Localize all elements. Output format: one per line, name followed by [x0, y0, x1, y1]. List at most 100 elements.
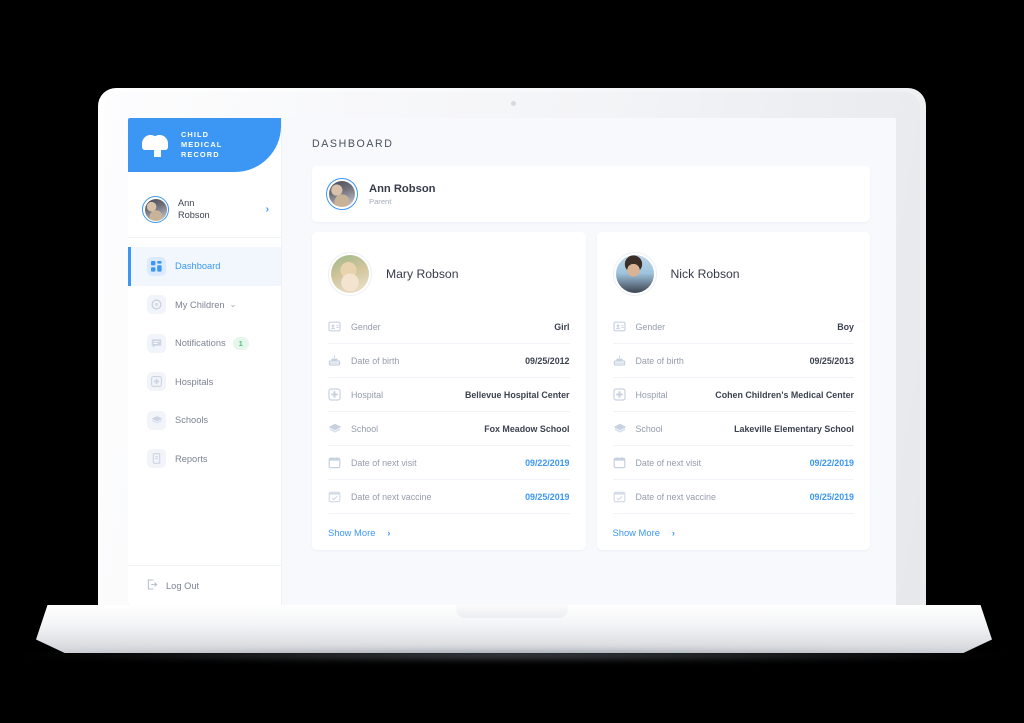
sidebar-item-reports[interactable]: Reports: [128, 440, 281, 479]
detail-row-date-of-birth: Date of birth 09/25/2013: [612, 344, 854, 378]
child-detail-rows: Gender Boy Date of birth 09/25/2013 Hosp…: [612, 310, 854, 514]
profile-last-name: Robson: [178, 209, 210, 220]
sidebar-item-schools[interactable]: Schools: [128, 401, 281, 440]
sidebar-nav: Dashboard My Children ⌄ Notifications 1 …: [128, 238, 281, 478]
detail-value: Cohen Children's Medical Center: [715, 389, 854, 400]
avatar: [326, 178, 358, 210]
show-more-button[interactable]: Show More ›: [613, 527, 855, 538]
detail-row-gender: Gender Girl: [328, 310, 570, 344]
detail-row-next-vaccine: Date of next vaccine 09/25/2019: [612, 480, 854, 514]
detail-value: 09/25/2013: [809, 355, 854, 366]
show-more-button[interactable]: Show More ›: [328, 527, 570, 538]
id-card-icon: [612, 320, 626, 333]
logout-icon: [147, 577, 158, 595]
avatar: [612, 252, 657, 296]
birthday-cake-icon: [613, 354, 626, 367]
detail-label: Hospital: [351, 389, 384, 400]
sidebar-item-label: My Children: [175, 299, 225, 310]
sidebar-item-label: Notifications: [175, 338, 226, 349]
hospital-cross-icon: [612, 388, 626, 401]
detail-label: Date of next vaccine: [635, 491, 716, 502]
owner-card[interactable]: Ann Robson Parent: [312, 166, 870, 222]
graduation-cap-icon: [147, 410, 166, 430]
detail-value: Lakeville Elementary School: [734, 423, 854, 434]
detail-value: 09/25/2019: [809, 491, 854, 502]
sidebar-item-label: Dashboard: [175, 261, 221, 272]
sidebar-item-my-children[interactable]: My Children ⌄: [128, 286, 281, 325]
child-card[interactable]: Mary Robson Gender Girl Date of birth 09…: [312, 232, 586, 550]
detail-label: School: [351, 423, 379, 434]
sidebar-item-label: Hospitals: [175, 376, 214, 387]
detail-label: Date of next visit: [635, 457, 702, 468]
children-cards: Mary Robson Gender Girl Date of birth 09…: [312, 232, 870, 550]
sidebar-item-label: Reports: [175, 453, 208, 464]
profile-first-name: Ann: [178, 198, 195, 208]
detail-row-hospital: Hospital Cohen Children's Medical Center: [612, 378, 854, 412]
sidebar-item-hospitals[interactable]: Hospitals: [128, 363, 281, 402]
chevron-right-icon[interactable]: ›: [266, 204, 269, 215]
graduation-cap-icon: [613, 422, 626, 435]
grid-icon: [147, 256, 166, 276]
id-card-icon: [328, 320, 341, 333]
detail-label: Gender: [351, 321, 381, 332]
detail-label: Date of birth: [351, 355, 400, 366]
detail-row-date-of-birth: Date of birth 09/25/2012: [328, 344, 570, 378]
detail-label: Hospital: [635, 389, 668, 400]
main-content: DASHBOARD Ann Robson Parent Mary Robson …: [282, 118, 896, 606]
logout-button[interactable]: Log Out: [128, 565, 281, 606]
detail-row-next-visit: Date of next visit 09/22/2019: [612, 446, 854, 480]
detail-value: 09/25/2012: [525, 355, 570, 366]
detail-row-school: School Fox Meadow School: [328, 412, 570, 446]
logout-label: Log Out: [166, 581, 200, 591]
detail-row-gender: Gender Boy: [612, 310, 854, 344]
graduation-cap-icon: [328, 422, 342, 435]
birthday-cake-icon: [328, 354, 341, 367]
detail-row-next-visit: Date of next visit 09/22/2019: [328, 446, 570, 480]
detail-value: 09/22/2019: [525, 457, 570, 468]
calendar-icon: [613, 456, 626, 469]
sidebar: CHILD MEDICAL RECORD Ann Robson › Dashbo…: [128, 118, 282, 606]
detail-label: Gender: [635, 321, 666, 332]
detail-value: Girl: [554, 321, 570, 332]
child-header: Mary Robson: [328, 246, 570, 302]
detail-label: Date of birth: [635, 355, 684, 366]
show-more-label: Show More: [612, 527, 660, 538]
laptop-shadow: [20, 648, 1008, 662]
owner-role: Parent: [369, 196, 392, 206]
hospital-cross-icon: [147, 372, 166, 392]
child-name: Mary Robson: [386, 267, 459, 281]
detail-value: 09/22/2019: [809, 457, 854, 468]
chevron-right-icon: ›: [387, 527, 391, 538]
detail-value: Boy: [837, 321, 854, 332]
children-icon: [147, 295, 166, 315]
child-detail-rows: Gender Girl Date of birth 09/25/2012 Hos…: [328, 310, 570, 514]
laptop-lid-notch: [456, 605, 568, 618]
brand-header[interactable]: CHILD MEDICAL RECORD: [128, 118, 281, 172]
brand-title: CHILD MEDICAL RECORD: [181, 130, 222, 160]
page-title: DASHBOARD: [312, 138, 394, 150]
detail-label: School: [635, 423, 663, 434]
screenshot-stage: CHILD MEDICAL RECORD Ann Robson › Dashbo…: [0, 0, 1024, 723]
chevron-down-icon[interactable]: ⌄: [230, 300, 237, 309]
brand-line-1: CHILD: [181, 130, 210, 139]
heart-cross-icon: [142, 131, 172, 159]
child-header: Nick Robson: [612, 246, 855, 302]
webcam-icon: [511, 101, 516, 106]
detail-value: Bellevue Hospital Center: [464, 389, 570, 400]
chevron-right-icon: ›: [671, 527, 675, 538]
chat-icon: [147, 333, 166, 353]
sidebar-profile[interactable]: Ann Robson ›: [128, 182, 281, 238]
avatar: [142, 196, 169, 223]
detail-row-school: School Lakeville Elementary School: [612, 412, 854, 446]
document-icon: [147, 449, 166, 469]
sidebar-item-label: Schools: [175, 415, 209, 426]
sidebar-item-notifications[interactable]: Notifications 1: [128, 324, 281, 363]
show-more-label: Show More: [328, 527, 376, 538]
avatar: [328, 252, 372, 296]
owner-meta: Ann Robson Parent: [369, 183, 436, 206]
detail-value: 09/25/2019: [525, 491, 570, 502]
detail-label: Date of next visit: [351, 457, 417, 468]
sidebar-item-dashboard[interactable]: Dashboard: [128, 247, 281, 286]
child-card[interactable]: Nick Robson Gender Boy Date of birth 09/…: [596, 232, 870, 550]
sidebar-profile-name: Ann Robson: [178, 198, 266, 221]
